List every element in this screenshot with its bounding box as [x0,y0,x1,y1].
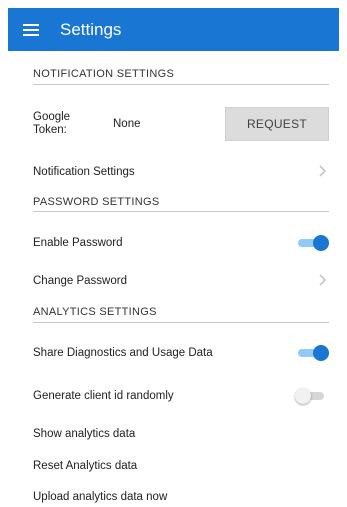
toggle-thumb [313,345,329,361]
enable-password-toggle[interactable] [295,234,329,252]
toggle-thumb [313,235,329,251]
app-bar: Settings [8,8,339,51]
chevron-right-icon [319,165,327,180]
enable-password-row: Enable Password [33,233,329,253]
page-title: Settings [60,19,122,39]
google-token-value: None [113,118,141,130]
toggle-thumb [295,388,311,404]
enable-password-label: Enable Password [33,237,123,249]
section-header-notification: NOTIFICATION SETTINGS [33,68,175,80]
show-analytics-label: Show analytics data [33,428,136,440]
reset-analytics-label: Reset Analytics data [33,460,138,472]
section-divider [33,211,329,212]
notification-settings-row[interactable]: Notification Settings [33,162,329,182]
section-header-password: PASSWORD SETTINGS [33,196,160,208]
change-password-label: Change Password [33,275,127,287]
random-client-id-row: Generate client id randomly [33,386,329,406]
random-client-id-label: Generate client id randomly [33,390,174,402]
notification-settings-label: Notification Settings [33,166,135,178]
hamburger-menu-icon[interactable] [8,8,54,51]
reset-analytics-row[interactable]: Reset Analytics data [33,456,329,476]
share-diagnostics-toggle[interactable] [295,344,329,362]
google-token-row: Google Token: None REQUEST [33,107,329,145]
google-token-label: Google Token: [33,111,71,136]
upload-analytics-row[interactable]: Upload analytics data now [33,487,329,507]
chevron-right-icon [319,274,327,289]
section-divider [33,84,329,85]
show-analytics-row[interactable]: Show analytics data [33,424,329,444]
share-diagnostics-label: Share Diagnostics and Usage Data [33,347,213,359]
upload-analytics-label: Upload analytics data now [33,491,168,503]
request-button[interactable]: REQUEST [225,107,329,141]
section-divider [33,322,329,323]
change-password-row[interactable]: Change Password [33,271,329,291]
share-diagnostics-row: Share Diagnostics and Usage Data [33,343,329,363]
random-client-id-toggle[interactable] [295,387,329,405]
section-header-analytics: ANALYTICS SETTINGS [33,306,157,318]
